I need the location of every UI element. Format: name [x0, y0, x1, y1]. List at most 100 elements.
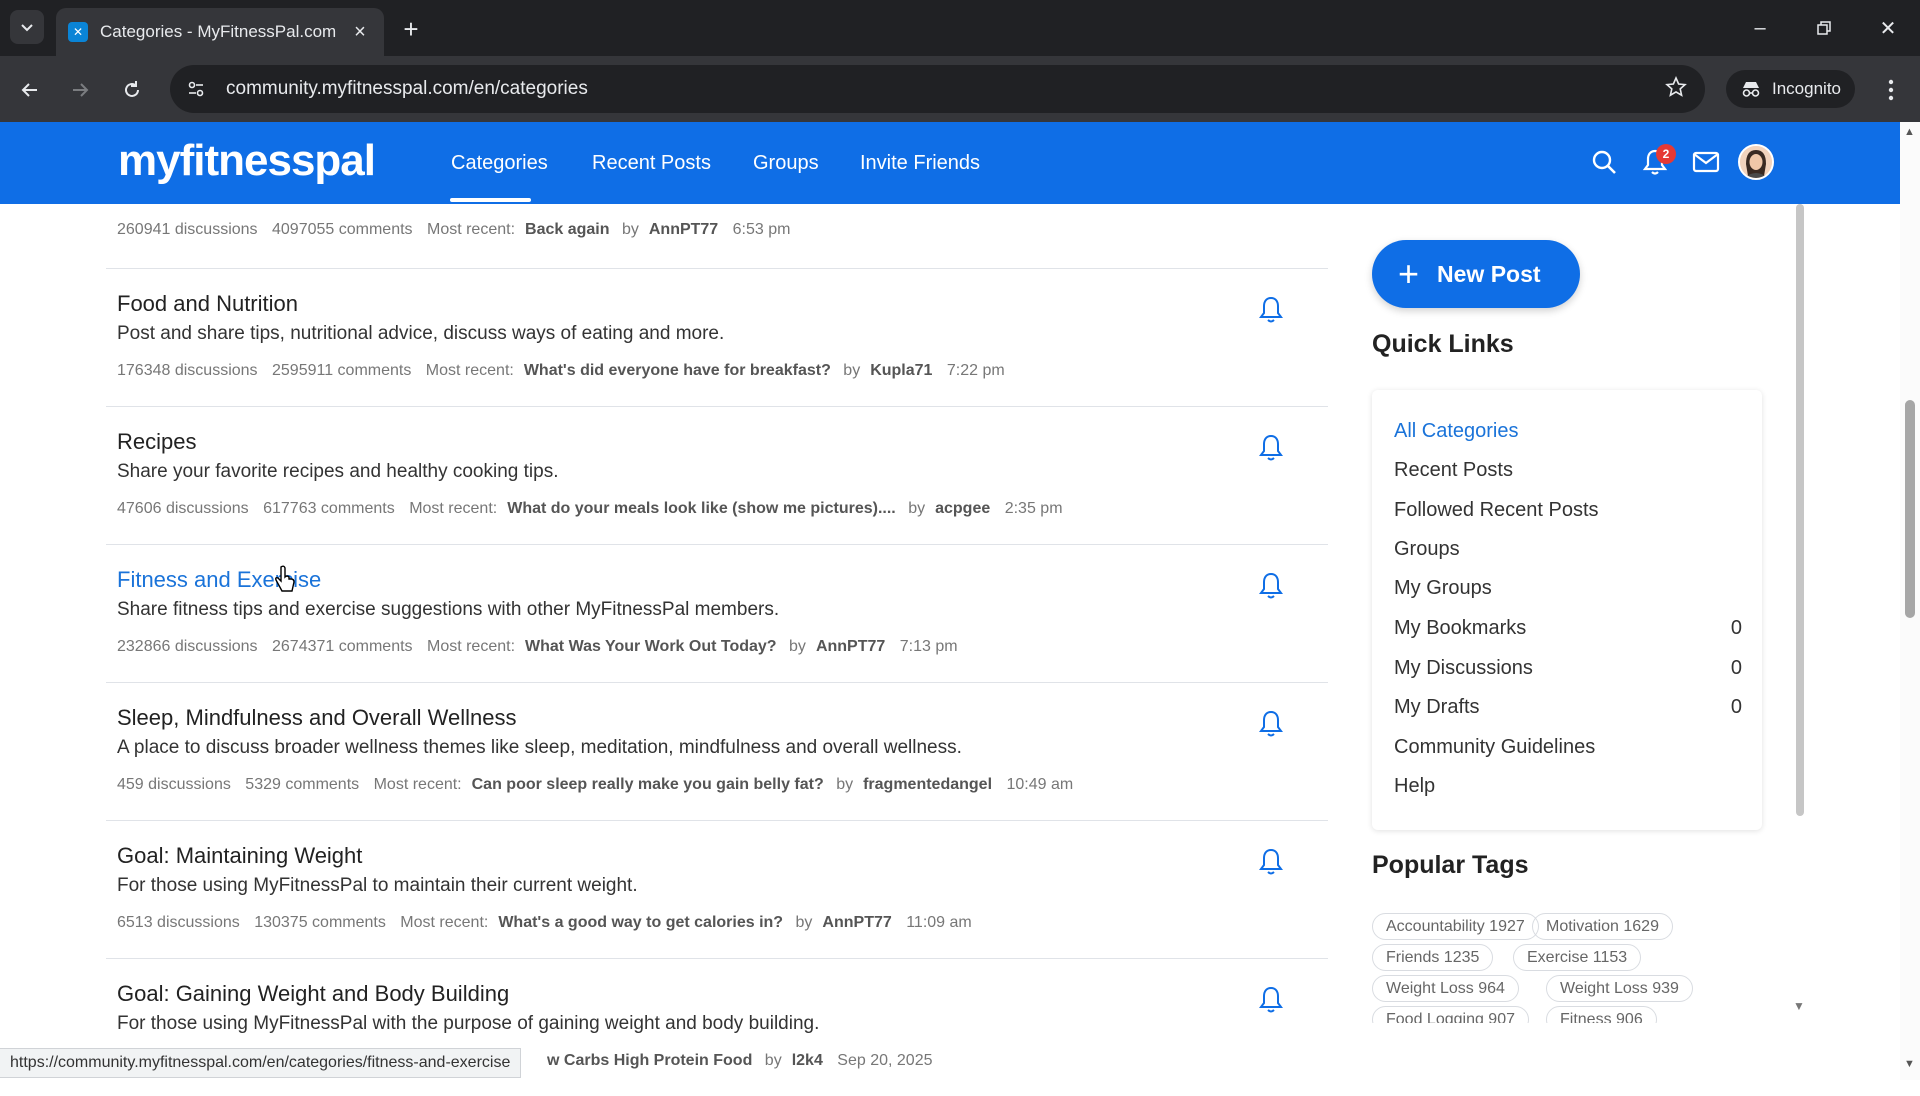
category-title[interactable]: Sleep, Mindfulness and Overall Wellness [117, 705, 516, 731]
address-bar[interactable]: community.myfitnesspal.com/en/categories [170, 65, 1705, 113]
category-description: Share fitness tips and exercise suggesti… [117, 599, 780, 620]
author-link[interactable]: acpgee [935, 500, 990, 517]
avatar-image [1740, 146, 1772, 178]
most-recent-post-link[interactable]: w Carbs High Protein Food [547, 1052, 752, 1069]
search-icon[interactable] [1586, 144, 1622, 180]
close-window-button[interactable]: ✕ [1868, 10, 1908, 46]
quick-link-label: My Bookmarks [1394, 617, 1527, 639]
follow-bell-icon[interactable] [1256, 709, 1286, 739]
quick-link-my-groups[interactable]: My Groups [1394, 577, 1742, 600]
site-logo[interactable]: myfitnesspal [118, 136, 376, 186]
quick-link-label: Groups [1394, 538, 1460, 560]
quick-link-all-categories[interactable]: All Categories [1394, 420, 1742, 443]
browser-menu-icon[interactable] [1876, 72, 1906, 108]
quick-links-heading: Quick Links [1372, 330, 1514, 358]
site-info-icon[interactable] [184, 77, 208, 101]
bookmark-star-icon[interactable] [1665, 75, 1687, 103]
post-time: 6:53 pm [732, 221, 791, 238]
page-scroll-up-arrow-icon[interactable]: ▲ [1904, 126, 1915, 138]
page-scroll-down-arrow-icon[interactable]: ▼ [1904, 1058, 1915, 1070]
most-recent-label: Most recent: [426, 221, 516, 238]
category-title[interactable]: Recipes [117, 429, 196, 455]
hand-cursor-icon [275, 565, 295, 592]
category-title[interactable]: Goal: Gaining Weight and Body Building [117, 981, 509, 1007]
author-link[interactable]: AnnPT77 [649, 221, 718, 238]
page-scrollbar-thumb[interactable] [1905, 400, 1915, 618]
category-title[interactable]: Goal: Maintaining Weight [117, 843, 362, 869]
quick-link-help[interactable]: Help [1394, 775, 1742, 798]
new-post-button[interactable]: + New Post [1372, 240, 1580, 308]
quick-link-label: All Categories [1394, 420, 1519, 442]
author-link[interactable]: AnnPT77 [822, 914, 891, 931]
quick-link-followed-recent-posts[interactable]: Followed Recent Posts [1394, 499, 1742, 522]
author-link[interactable]: fragmentedangel [863, 776, 992, 793]
category-description: Post and share tips, nutritional advice,… [117, 323, 725, 344]
follow-bell-icon[interactable] [1256, 847, 1286, 877]
quick-link-label: Help [1394, 775, 1436, 797]
tag-chip[interactable]: Exercise 1153 [1513, 944, 1642, 971]
most-recent-label: Most recent: [425, 362, 514, 379]
scroll-down-arrow-icon[interactable]: ▼ [1793, 999, 1805, 1013]
most-recent-post-link[interactable]: Back again [525, 221, 609, 238]
reload-button[interactable] [114, 72, 150, 108]
nav-invite-friends[interactable]: Invite Friends [860, 152, 980, 175]
quick-link-community-guidelines[interactable]: Community Guidelines [1394, 736, 1742, 759]
follow-bell-icon[interactable] [1256, 571, 1286, 601]
reload-icon [125, 81, 139, 97]
nav-recent-posts[interactable]: Recent Posts [592, 152, 711, 175]
comment-count: 5329 comments [245, 776, 360, 793]
most-recent-label: Most recent: [426, 638, 516, 655]
browser-tab-active[interactable]: ✕ Categories - MyFitnessPal.com × [56, 8, 384, 56]
author-link[interactable]: AnnPT77 [816, 638, 885, 655]
url-text[interactable]: community.myfitnesspal.com/en/categories [226, 78, 1665, 100]
tag-chip[interactable]: Weight Loss 964 [1372, 975, 1519, 1002]
tag-chip[interactable]: Food Logging 907 [1372, 1006, 1529, 1023]
author-link[interactable]: l2k4 [792, 1052, 823, 1069]
most-recent-post-link[interactable]: What's a good way to get calories in? [498, 914, 783, 931]
minimize-button[interactable]: – [1740, 10, 1780, 46]
messages-mail-icon[interactable] [1688, 144, 1724, 180]
category-meta: 47606 discussions 617763 comments Most r… [117, 500, 1073, 518]
site-header: myfitnesspal Categories Recent Posts Gro… [0, 122, 1900, 204]
restore-button[interactable] [1804, 10, 1844, 46]
category-meta: 6513 discussions 130375 comments Most re… [117, 914, 982, 932]
follow-bell-icon[interactable] [1256, 433, 1286, 463]
most-recent-label: Most recent: [409, 500, 498, 517]
close-tab-icon[interactable]: × [348, 21, 372, 44]
most-recent-post-link[interactable]: What do your meals look like (show me pi… [507, 500, 896, 517]
nav-categories[interactable]: Categories [451, 152, 548, 175]
user-avatar[interactable] [1738, 144, 1774, 180]
tab-search-button[interactable] [10, 10, 44, 44]
quick-link-my-discussions[interactable]: My Discussions 0 [1394, 657, 1742, 680]
tag-chip[interactable]: Fitness 906 [1546, 1006, 1657, 1023]
tag-chip[interactable]: Weight Loss 939 [1546, 975, 1693, 1002]
comment-count: 2674371 comments [272, 638, 413, 655]
forward-button[interactable] [62, 72, 98, 108]
quick-link-my-bookmarks[interactable]: My Bookmarks 0 [1394, 617, 1742, 640]
chevron-down-icon [21, 24, 33, 32]
incognito-indicator[interactable]: Incognito [1726, 70, 1855, 108]
tag-chip[interactable]: Motivation 1629 [1532, 913, 1673, 940]
nav-groups[interactable]: Groups [753, 152, 819, 175]
author-link[interactable]: Kupla71 [870, 362, 932, 379]
content-scrollbar-thumb[interactable] [1796, 204, 1804, 816]
most-recent-post-link[interactable]: What Was Your Work Out Today? [525, 638, 777, 655]
quick-link-recent-posts[interactable]: Recent Posts [1394, 459, 1742, 482]
quick-link-my-drafts[interactable]: My Drafts 0 [1394, 696, 1742, 719]
comment-count: 130375 comments [254, 914, 386, 931]
quick-link-label: Recent Posts [1394, 459, 1513, 481]
follow-bell-icon[interactable] [1256, 985, 1286, 1015]
new-tab-button[interactable]: + [396, 14, 426, 44]
quick-link-groups[interactable]: Groups [1394, 538, 1742, 561]
tag-chip[interactable]: Friends 1235 [1372, 944, 1494, 971]
most-recent-post-link[interactable]: What's did everyone have for breakfast? [524, 362, 831, 379]
back-button[interactable] [12, 72, 48, 108]
most-recent-post-link[interactable]: Can poor sleep really make you gain bell… [472, 776, 824, 793]
post-time: 7:13 pm [899, 638, 958, 655]
category-title[interactable]: Food and Nutrition [117, 291, 298, 317]
tag-chip[interactable]: Accountability 1927 [1372, 913, 1539, 940]
post-time: 11:09 am [906, 914, 972, 931]
quick-link-count: 0 [1730, 657, 1742, 679]
follow-bell-icon[interactable] [1256, 295, 1286, 325]
comment-count: 2595911 comments [272, 362, 412, 379]
